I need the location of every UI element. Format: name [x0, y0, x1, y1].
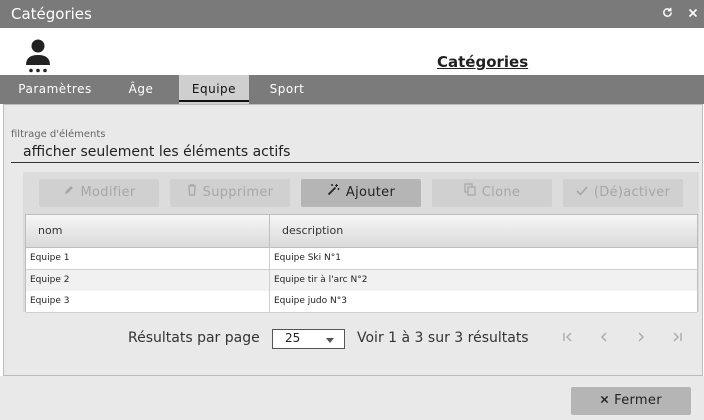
modify-label: Modifier	[80, 185, 136, 200]
tab-age[interactable]: Âge	[116, 75, 166, 104]
previous-page-icon[interactable]	[594, 329, 614, 349]
data-table: nom description Equipe 1 Equipe Ski N°1 …	[25, 214, 698, 313]
close-icon	[600, 387, 609, 415]
refresh-icon[interactable]	[660, 6, 674, 22]
delete-label: Supprimer	[202, 185, 274, 200]
pagination: Résultats par page 25 Voir 1 à 3 sur 3 r…	[4, 322, 704, 352]
filter-select[interactable]: filtrage d'éléments afficher seulement l…	[11, 125, 699, 163]
dialog-footer: Fermer	[0, 376, 704, 420]
page-header: Catégories	[0, 28, 704, 75]
add-button[interactable]: Ajouter	[301, 179, 421, 207]
close-label: Fermer	[614, 393, 662, 408]
next-page-icon[interactable]	[631, 329, 651, 349]
add-label: Ajouter	[345, 185, 396, 200]
close-icon[interactable]	[686, 6, 700, 22]
column-header-nom[interactable]: nom	[38, 224, 62, 237]
clone-label: Clone	[481, 185, 521, 200]
filter-value[interactable]: afficher seulement les éléments actifs	[23, 144, 290, 160]
results-summary: Voir 1 à 3 sur 3 résultats	[357, 330, 529, 346]
cell-nom: Equipe 2	[30, 275, 70, 285]
clone-button[interactable]: Clone	[432, 179, 552, 207]
cell-description: Equipe Ski N°1	[274, 253, 341, 263]
column-header-description[interactable]: description	[282, 224, 343, 237]
per-page-value: 25	[285, 331, 301, 345]
cell-nom: Equipe 3	[30, 296, 70, 306]
first-page-icon[interactable]	[558, 329, 578, 349]
filter-label: filtrage d'éléments	[11, 129, 106, 140]
table-row[interactable]: Equipe 1 Equipe Ski N°1	[26, 248, 697, 270]
table-header: nom description	[26, 215, 697, 248]
window-titlebar: Catégories	[0, 0, 704, 28]
table-row[interactable]: Equipe 2 Equipe tir à l'arc N°2	[26, 270, 697, 292]
check-icon	[576, 179, 588, 207]
per-page-select[interactable]: 25	[272, 329, 345, 349]
page-title: Catégories	[437, 53, 529, 71]
tab-bar: Paramètres Âge Equipe Sport	[0, 75, 704, 104]
pencil-icon	[63, 179, 75, 207]
per-page-label: Résultats par page	[128, 330, 260, 346]
cell-description: Equipe tir à l'arc N°2	[274, 275, 368, 285]
modify-button[interactable]: Modifier	[39, 179, 159, 207]
chevron-down-icon	[326, 338, 334, 343]
column-divider	[269, 248, 270, 270]
close-button[interactable]: Fermer	[571, 387, 691, 415]
main-content: filtrage d'éléments afficher seulement l…	[3, 104, 703, 376]
cell-nom: Equipe 1	[30, 253, 70, 263]
table-panel: Modifier Supprimer Ajouter Clone (Dé)act…	[23, 172, 699, 313]
user-avatar-icon	[22, 38, 54, 74]
copy-icon	[464, 179, 476, 207]
tab-parametres[interactable]: Paramètres	[8, 75, 102, 104]
delete-button[interactable]: Supprimer	[170, 179, 290, 207]
column-divider	[269, 270, 270, 292]
toggle-active-button[interactable]: (Dé)activer	[563, 179, 683, 207]
magic-wand-icon	[327, 179, 340, 207]
column-divider	[269, 215, 270, 248]
column-divider	[269, 291, 270, 313]
last-page-icon[interactable]	[667, 329, 687, 349]
trash-icon	[187, 179, 197, 207]
table-row[interactable]: Equipe 3 Equipe judo N°3	[26, 291, 697, 313]
tab-sport[interactable]: Sport	[262, 75, 312, 104]
window-title: Catégories	[11, 5, 92, 23]
tab-equipe[interactable]: Equipe	[179, 75, 249, 104]
toggle-active-label: (Dé)activer	[593, 185, 671, 200]
cell-description: Equipe judo N°3	[274, 296, 347, 306]
